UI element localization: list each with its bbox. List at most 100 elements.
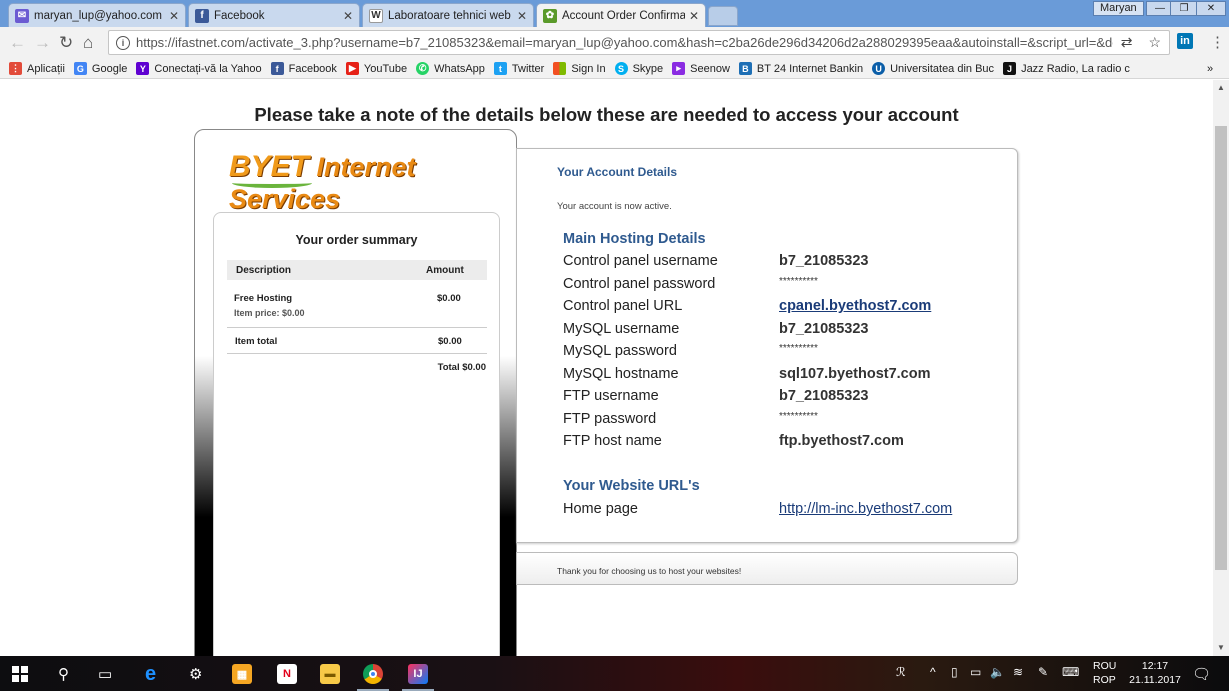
tab-account-order[interactable]: ✿ Account Order Confirma ✕: [536, 3, 706, 27]
windows-start-icon[interactable]: [12, 664, 28, 684]
profile-button[interactable]: Maryan: [1093, 1, 1144, 16]
scrollbar-thumb[interactable]: [1215, 126, 1227, 570]
mysql-password-value: **********: [779, 343, 818, 354]
tab-label: maryan_lup@yahoo.com: [34, 9, 163, 22]
ftp-host-name-label: FTP host name: [563, 433, 662, 449]
facebook-icon: f: [195, 8, 209, 23]
linkedin-extension-icon[interactable]: in: [1177, 33, 1193, 49]
bookmark-label: YouTube: [363, 62, 408, 75]
menu-icon[interactable]: ⋮: [1210, 34, 1225, 51]
translate-icon[interactable]: ⇄: [1121, 34, 1133, 51]
volume-icon[interactable]: 🔈: [990, 665, 1005, 679]
bookmark-whatsapp[interactable]: ✆ WhatsApp: [416, 62, 485, 75]
website-url-heading: Your Website URL's: [563, 478, 700, 494]
ftp-password-value: **********: [779, 411, 818, 422]
pen-icon[interactable]: ✎: [1038, 665, 1048, 679]
byet-logo: BYET Internet Services: [229, 150, 516, 215]
bookmark-universitatea[interactable]: U Universitatea din Buc: [872, 62, 994, 75]
nrj-icon[interactable]: N: [277, 664, 297, 684]
mysql-username-value: b7_21085323: [779, 321, 869, 337]
back-icon[interactable]: ←: [9, 34, 26, 51]
mysql-password-label: MySQL password: [563, 343, 677, 359]
summary-header-row: Description Amount: [227, 260, 487, 280]
bookmark-yahoo[interactable]: Y Conectați-vă la Yahoo: [136, 62, 262, 75]
jazz-radio-icon: J: [1003, 62, 1017, 75]
home-icon[interactable]: ⌂: [83, 34, 93, 51]
university-icon: U: [872, 62, 886, 75]
page-scrollbar[interactable]: ▲ ▼: [1213, 80, 1229, 656]
tab-label: Facebook: [214, 9, 265, 22]
page-content: Please take a note of the details below …: [0, 80, 1213, 656]
search-icon[interactable]: ⚲: [58, 664, 69, 684]
file-explorer-icon[interactable]: ▬: [320, 664, 340, 684]
edge-icon[interactable]: e: [145, 663, 156, 685]
item-total-label: Item total: [235, 336, 278, 347]
reload-icon[interactable]: ↻: [59, 34, 73, 51]
bookmark-skype[interactable]: S Skype: [614, 62, 663, 75]
maximize-button[interactable]: ❐: [1170, 1, 1198, 16]
control-panel-url-link[interactable]: cpanel.byethost7.com: [779, 298, 931, 314]
bookmark-label: Facebook: [288, 62, 337, 75]
bookmark-label: Seenow: [690, 62, 730, 75]
item-price: Item price: $0.00: [234, 308, 305, 318]
address-bar[interactable]: i https://ifastnet.com/activate_3.php?us…: [108, 30, 1170, 55]
item-amount: $0.00: [437, 293, 461, 304]
power-icon[interactable]: ▭: [970, 665, 981, 679]
control-panel-username-label: Control panel username: [563, 253, 718, 269]
tab-facebook[interactable]: f Facebook ✕: [188, 3, 360, 27]
tab-yahoo-mail[interactable]: ✉ maryan_lup@yahoo.com ✕: [8, 3, 186, 27]
close-tab-icon[interactable]: ✕: [689, 9, 699, 23]
forward-icon[interactable]: →: [34, 34, 51, 51]
bookmark-google[interactable]: G Google: [73, 62, 127, 75]
bookmark-twitter[interactable]: t Twitter: [493, 62, 544, 75]
clock-date: 21.11.2017: [1129, 674, 1181, 686]
bookmark-seenow[interactable]: ▸ Seenow: [672, 62, 730, 75]
mysql-hostname-label: MySQL hostname: [563, 366, 679, 382]
intellij-icon[interactable]: IJ: [408, 664, 428, 684]
tab-label: Account Order Confirma: [562, 9, 685, 22]
scroll-up-icon[interactable]: ▲: [1217, 83, 1225, 92]
bookmark-facebook[interactable]: f Facebook: [270, 62, 337, 75]
scroll-down-icon[interactable]: ▼: [1217, 643, 1225, 652]
grand-total: Total $0.00: [437, 362, 486, 373]
tray-expand-icon[interactable]: ^: [930, 665, 936, 679]
close-tab-icon[interactable]: ✕: [343, 9, 353, 23]
close-tab-icon[interactable]: ✕: [169, 9, 179, 23]
lang-top: ROU: [1093, 660, 1117, 672]
address-url[interactable]: https://ifastnet.com/activate_3.php?user…: [136, 35, 1113, 50]
system-clock[interactable]: 12:17 21.11.2017: [1125, 659, 1185, 687]
bookmark-sign-in[interactable]: Sign In: [553, 62, 606, 75]
ftp-host-name-value: ftp.byethost7.com: [779, 433, 904, 449]
people-icon[interactable]: ℛ: [896, 665, 906, 679]
mysql-username-label: MySQL username: [563, 321, 680, 337]
bookmark-star-icon[interactable]: ☆: [1148, 34, 1161, 51]
bookmark-youtube[interactable]: ▶ YouTube: [345, 62, 408, 75]
store-icon[interactable]: ▦: [232, 664, 252, 684]
tab-label: Laboratoare tehnici web: [388, 9, 511, 22]
new-tab-button[interactable]: [708, 6, 738, 26]
info-icon[interactable]: i: [116, 35, 130, 50]
close-window-button[interactable]: ✕: [1196, 1, 1226, 16]
battery-icon[interactable]: ▯: [951, 665, 958, 679]
tab-laboratoare[interactable]: W Laboratoare tehnici web ✕: [362, 3, 534, 27]
seenow-icon: ▸: [672, 62, 686, 75]
home-page-link[interactable]: http://lm-inc.byethost7.com: [779, 501, 952, 517]
home-page-label: Home page: [563, 501, 638, 517]
more-bookmarks-icon[interactable]: »: [1207, 63, 1213, 75]
wifi-icon[interactable]: ≋: [1013, 665, 1023, 679]
chrome-icon[interactable]: [363, 664, 383, 684]
bookmark-aplicatii[interactable]: ⋮ Aplicații: [9, 62, 65, 75]
bookmark-bt24[interactable]: B BT 24 Internet Bankin: [738, 62, 864, 75]
control-panel-password-label: Control panel password: [563, 276, 716, 292]
close-tab-icon[interactable]: ✕: [517, 9, 527, 23]
item-name: Free Hosting: [234, 293, 293, 304]
bookmark-jazz-radio[interactable]: J Jazz Radio, La radio c: [1003, 62, 1130, 75]
task-view-icon[interactable]: ▭: [98, 664, 112, 684]
settings-gear-icon[interactable]: ⚙: [189, 664, 202, 684]
input-language[interactable]: ROU ROP: [1093, 659, 1116, 687]
bookmark-label: Sign In: [571, 62, 606, 75]
keyboard-icon[interactable]: ⌨: [1062, 665, 1079, 679]
notifications-icon[interactable]: 🗨: [1192, 664, 1211, 684]
browser-toolbar: ← → ↻ ⌂ i https://ifastnet.com/activate_…: [0, 27, 1229, 59]
bookmark-label: BT 24 Internet Bankin: [756, 62, 864, 75]
